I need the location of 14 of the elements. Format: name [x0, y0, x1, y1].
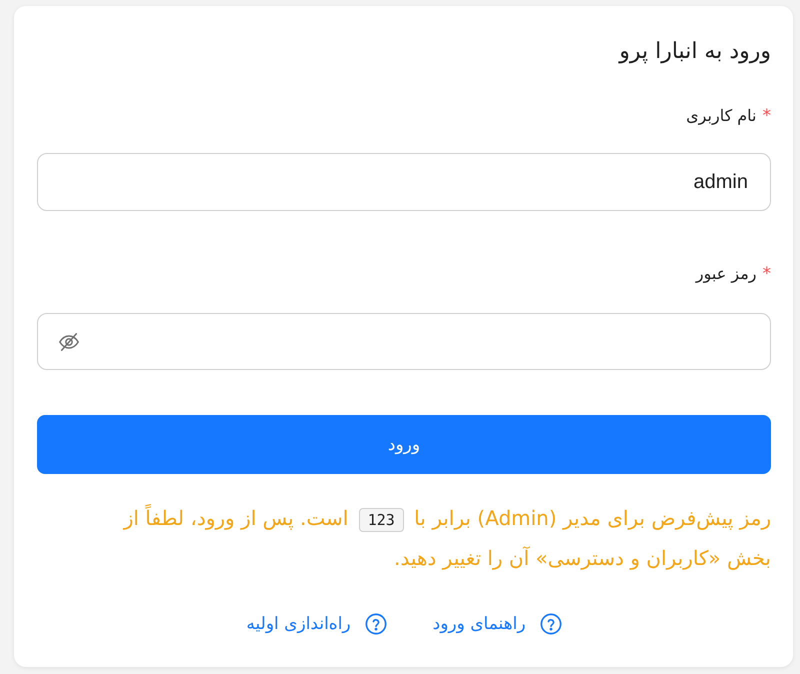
login-title: ورود به انبارا پرو	[619, 38, 771, 66]
help-link[interactable]: راهنمای ورود	[432, 612, 562, 636]
password-code: 123	[358, 508, 404, 532]
help-link[interactable]: راه‌اندازی اولیه	[246, 612, 387, 636]
help-icon	[540, 613, 562, 635]
required-mark: *	[762, 105, 771, 128]
required-mark: *	[762, 263, 771, 286]
field-label: رمز عبور	[696, 263, 756, 285]
field-label: نام کاربری	[686, 105, 756, 127]
password-field[interactable]	[37, 313, 771, 370]
help-icon	[364, 613, 387, 635]
eye-slash-icon[interactable]	[58, 330, 80, 352]
username-field[interactable]: admin	[37, 153, 771, 211]
login-button[interactable]: ورود	[37, 415, 771, 474]
